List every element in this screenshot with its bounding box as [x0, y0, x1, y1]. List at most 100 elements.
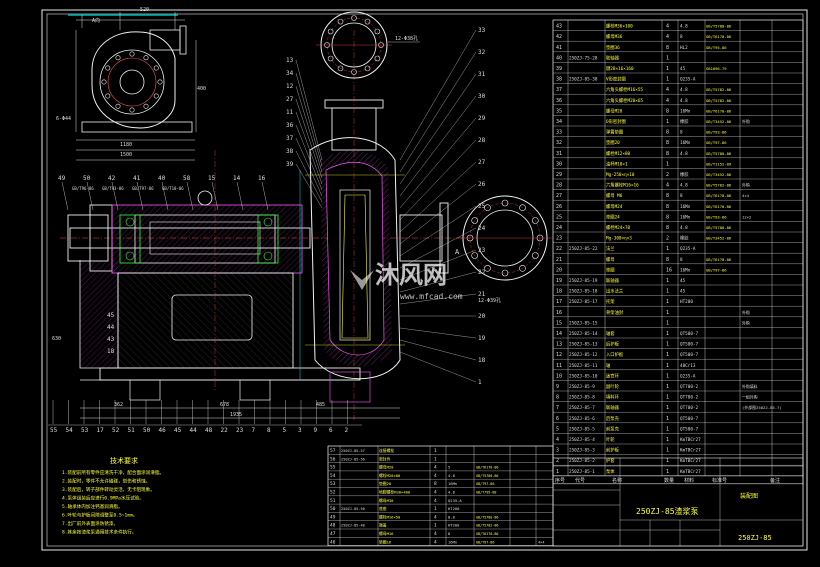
callout-bottom-7: 46 — [159, 427, 167, 434]
part-no-8: 8 — [556, 395, 559, 401]
part-no-17: 17 — [556, 299, 562, 305]
bpart-std-53: GB/T97-86 — [476, 482, 494, 486]
bpart-qty-47: 4 — [434, 531, 437, 537]
part-qty-21: 8 — [666, 257, 669, 263]
part-qty-28: 4 — [666, 183, 669, 189]
part-name-7: 联轴器 — [606, 404, 620, 411]
dim-top-0: 520 — [140, 7, 149, 13]
part-qty-24: 8 — [666, 225, 669, 231]
part-qty-27: 8 — [666, 193, 669, 199]
part-no-37: 37 — [556, 87, 562, 93]
part-mat-1: KmTBCr27 — [680, 469, 701, 475]
callout-bottom-15: 5 — [283, 427, 287, 434]
part-mat-3: KmTBCr27 — [680, 448, 701, 454]
part-no-5: 5 — [556, 426, 559, 432]
view-label: A向 — [92, 17, 100, 24]
part-std-36: GB/T5782-86 — [706, 98, 732, 103]
callout-bottom-1: 54 — [66, 427, 74, 434]
callout-bottom-8: 45 — [174, 427, 182, 434]
part-qty-26: 8 — [666, 204, 669, 210]
part-qty-14: 1 — [666, 331, 669, 337]
bpart-qty-51: 4 — [434, 498, 437, 504]
callout-right-12: 21 — [478, 291, 486, 298]
part-code-13: 250ZJ-85-13 — [569, 342, 598, 348]
part-mat-10: Q235-A — [680, 373, 696, 379]
part-qty-31: 8 — [666, 151, 669, 157]
part-note-9: 外购填料 — [742, 384, 758, 389]
callout-mid-1: 34 — [286, 70, 294, 77]
callout-top-8: 16 — [258, 175, 266, 182]
part-std-27: GB/T6170-86 — [706, 193, 732, 198]
part-qty-11: 1 — [666, 363, 669, 369]
callout-mid-6: 37 — [286, 135, 294, 142]
dim-top-5: 6-Φ44 — [56, 116, 71, 122]
callout-right-9: 24 — [478, 225, 486, 232]
dim-bottom-2: 1935 — [230, 412, 242, 418]
part-qty-41: 8 — [666, 45, 669, 51]
part-no-19: 19 — [556, 278, 562, 284]
bpart-std-52: GB/T799-88 — [476, 491, 496, 495]
part-no-40: 40 — [556, 55, 562, 61]
callout-sub-3: GB/T10-86 — [162, 186, 184, 191]
header-2: 名称 — [612, 477, 622, 484]
part-name-1: 泵体 — [606, 468, 615, 475]
bpart-name-56: 密封件 — [379, 456, 391, 461]
bpart-mat-53: 16Mn — [448, 481, 457, 486]
bpart-name-55: 螺母M20 — [379, 465, 394, 470]
bpart-name-46: 垫圈16 — [379, 539, 392, 544]
header-5: 标准号 — [712, 477, 727, 484]
flange-label-1: 12-Φ39孔 — [478, 297, 501, 304]
part-std-21: GB/T6170-86 — [706, 257, 732, 262]
part-no-10: 10 — [556, 373, 562, 379]
part-qty-17: 1 — [666, 299, 669, 305]
part-no-4: 4 — [556, 437, 559, 443]
part-mat-31: 4.8 — [680, 151, 688, 157]
part-name-17: 托架 — [606, 298, 615, 305]
part-name-43: 螺栓M36×100 — [606, 23, 633, 30]
part-name-18: 出水法兰 — [606, 288, 624, 295]
part-name-34: O形密封圈 — [606, 118, 626, 125]
part-qty-23: 2 — [666, 236, 669, 242]
bpart-mat-54: 4.8 — [448, 473, 456, 478]
callout-right-6: 27 — [478, 159, 486, 166]
bpart-name-51: 螺母M30 — [379, 498, 394, 503]
part-qty-6: 1 — [666, 416, 669, 422]
bpart-std-48: GB/T5782-86 — [476, 524, 498, 528]
part-name-14: 轴套 — [606, 330, 615, 337]
dim-bottom-0: 362 — [114, 402, 123, 408]
part-no-14: 14 — [556, 331, 562, 337]
dim-bottom-4: 630 — [52, 336, 61, 342]
callout-top-3: 41 — [133, 175, 141, 182]
callout-left-1: 44 — [107, 324, 115, 331]
part-qty-18: 1 — [666, 289, 669, 295]
part-name-3: 前护板 — [606, 447, 620, 454]
part-no-6: 6 — [556, 416, 559, 422]
bpart-qty-49: 4 — [434, 514, 437, 520]
bpart-qty-50: 1 — [434, 506, 437, 512]
notes-title: 技术要求 — [110, 456, 138, 465]
callout-mid-3: 27 — [286, 96, 294, 103]
bpart-std-49: GB/T5780-86 — [476, 515, 498, 519]
bpart-std-54: GB/T5780-86 — [476, 474, 498, 478]
part-code-38: 250ZJ-85-38 — [569, 77, 598, 83]
callout-bottom-13: 7 — [252, 427, 256, 434]
note-3: 3.装配后，转子部件转动灵活，无卡阻现象。 — [62, 486, 155, 493]
note-5: 5.轴承体内加注钙基润滑脂。 — [62, 503, 123, 510]
bpart-no-57: 57 — [330, 448, 336, 454]
bpart-qty-52: 4 — [434, 490, 437, 496]
part-name-41: 垫圈36 — [606, 44, 620, 51]
bpart-name-50: 底座 — [379, 506, 387, 511]
callout-mid-7: 38 — [286, 148, 294, 155]
callout-sub-2: GB/T97-86 — [132, 186, 154, 191]
part-no-36: 36 — [556, 98, 562, 104]
part-std-24: GB/T5780-86 — [706, 225, 732, 230]
part-qty-39: 1 — [666, 66, 669, 72]
bpart-qty-56: 1 — [434, 456, 437, 462]
part-no-7: 7 — [556, 405, 559, 411]
part-note-28: 外购 — [742, 183, 750, 188]
part-note-25: 12×2 — [742, 214, 752, 219]
bpart-code-48: 250ZJ-85-48 — [341, 524, 365, 528]
bpart-no-48: 48 — [330, 523, 336, 529]
part-mat-14: QT500-7 — [680, 331, 699, 337]
part-qty-5: 1 — [666, 426, 669, 432]
